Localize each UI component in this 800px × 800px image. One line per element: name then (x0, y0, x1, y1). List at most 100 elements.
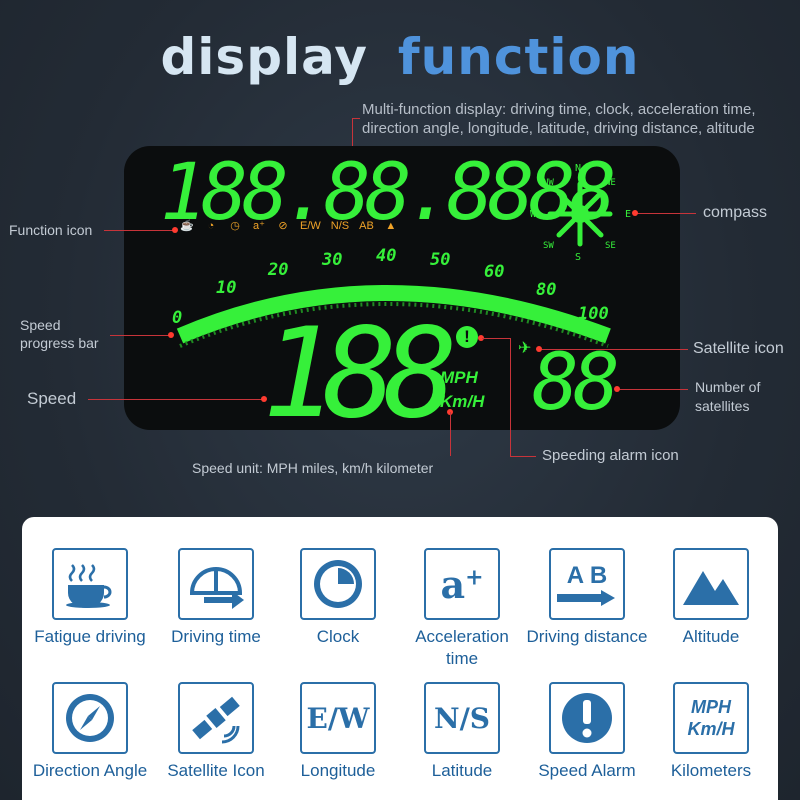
acceleration-icon: a+ (440, 561, 484, 607)
mountain-icon (683, 571, 739, 605)
feature-acceleration-time: a+ Acceleration time (397, 548, 527, 670)
speed-tick-label: 60 (484, 262, 505, 282)
feature-caption: Direction Angle (32, 761, 148, 780)
acceleration-letter: a (440, 561, 466, 607)
ab-icon: A B (566, 562, 608, 589)
clock-icon (314, 560, 362, 608)
compass-icon (547, 181, 613, 247)
satellite-tile (178, 682, 254, 754)
speed-tick-label: 100 (578, 304, 609, 324)
speed-tick-label: 20 (268, 260, 289, 280)
speeding-alarm-icon: ! (456, 326, 478, 348)
unit-mph: MPH (440, 368, 478, 387)
pointer-line (104, 230, 174, 231)
altitude-tile (673, 548, 749, 620)
feature-kilometers: MPH Km/H Kilometers (646, 682, 776, 782)
feature-driving-distance: A B Driving distance (522, 548, 652, 648)
label-num-sat-line-2: satellites (695, 398, 750, 414)
longitude-tile: E/W (300, 682, 376, 754)
feature-caption: Fatigue driving (34, 627, 146, 646)
speed-units: MPH Km/H (440, 366, 484, 414)
pointer-dot (632, 210, 638, 216)
kilometers-tile: MPH Km/H (673, 682, 749, 754)
kmh-icon: Km/H (687, 719, 735, 739)
speed-alarm-tile (549, 682, 625, 754)
label-speed-bar: Speed progress bar (20, 316, 99, 352)
pointer-line (510, 338, 511, 456)
feature-clock: Clock (273, 548, 403, 648)
label-function-icon: Function icon (9, 222, 93, 238)
east-west-icon: E/W (306, 701, 370, 735)
compass-s: S (575, 252, 582, 263)
compass-e: E (625, 209, 632, 220)
feature-caption: Driving time (171, 627, 261, 646)
speed-tick-label: 30 (322, 250, 343, 270)
feature-direction-angle: Direction Angle (25, 682, 155, 782)
driving-time-tile (178, 548, 254, 620)
feature-caption: Clock (316, 627, 360, 646)
speed-tick-label: 10 (216, 278, 237, 298)
speed-tick-label: 80 (536, 280, 557, 300)
speed-tick-label: 40 (376, 246, 397, 266)
label-speed-bar-line-1: Speed (20, 317, 61, 333)
pointer-dot (261, 396, 267, 402)
compass-se: SE (605, 241, 616, 251)
pointer-line (510, 456, 536, 457)
exclamation-alarm-icon (562, 693, 612, 743)
pointer-dot (614, 386, 620, 392)
feature-caption: Driving distance (526, 627, 648, 646)
label-speed-bar-line-2: progress bar (20, 335, 99, 351)
pointer-line (482, 338, 510, 339)
feature-altitude: Altitude (646, 548, 776, 648)
feature-caption: Acceleration time (415, 627, 509, 668)
feature-fatigue-driving: Fatigue driving (25, 548, 155, 648)
speed-tick-label: 50 (430, 250, 451, 270)
compass-ne: NE (605, 178, 616, 188)
pointer-line (618, 389, 688, 390)
compass-nw: NW (543, 178, 554, 188)
feature-caption: Longitude (300, 761, 376, 780)
label-satellite-icon: Satellite icon (693, 340, 784, 357)
satellite-icon: ✈ (518, 340, 532, 357)
north-south-icon: N/S (433, 701, 491, 735)
feature-caption: Latitude (431, 761, 493, 780)
mph-icon: MPH (691, 697, 731, 717)
feature-caption: Satellite Icon (167, 761, 265, 780)
feature-caption: Speed Alarm (538, 761, 636, 780)
compass-w: W (530, 209, 537, 220)
pointer-line (88, 399, 264, 400)
compass-n: N (575, 163, 582, 174)
feature-speed-alarm: Speed Alarm (522, 682, 652, 782)
pointer-dot (168, 332, 174, 338)
pointer-dot (536, 346, 542, 352)
latitude-tile: N/S (424, 682, 500, 754)
dashboard-gauge-icon (189, 567, 244, 609)
arrow-right-icon (557, 590, 615, 606)
pointer-line (110, 335, 170, 336)
satellite-icon (192, 696, 240, 744)
label-num-sat-line-1: Number of (695, 379, 761, 395)
direction-angle-tile (52, 682, 128, 754)
speed-digits: 188 (262, 302, 458, 446)
fatigue-driving-tile (52, 548, 128, 620)
pointer-dot (172, 227, 178, 233)
feature-caption: Altitude (682, 627, 740, 646)
pointer-line (540, 349, 688, 350)
speed-tick-label: 0 (172, 308, 183, 328)
feature-driving-time: Driving time (151, 548, 281, 648)
satellite-count-digits: 88 (532, 338, 620, 428)
acceleration-time-tile: a+ (424, 548, 500, 620)
compass-needle-icon (66, 694, 114, 742)
compass-sw: SW (543, 241, 554, 251)
feature-longitude: E/W Longitude (273, 682, 403, 782)
pointer-line (636, 213, 696, 214)
driving-distance-tile: A B (549, 548, 625, 620)
label-speed: Speed (27, 389, 77, 408)
coffee-cup-icon (66, 564, 112, 608)
clock-tile (300, 548, 376, 620)
label-compass: compass (703, 204, 768, 221)
feature-caption: Kilometers (670, 761, 752, 780)
feature-satellite-icon: Satellite Icon (151, 682, 281, 782)
pointer-line (450, 412, 451, 456)
label-speeding-alarm: Speeding alarm icon (542, 447, 679, 464)
